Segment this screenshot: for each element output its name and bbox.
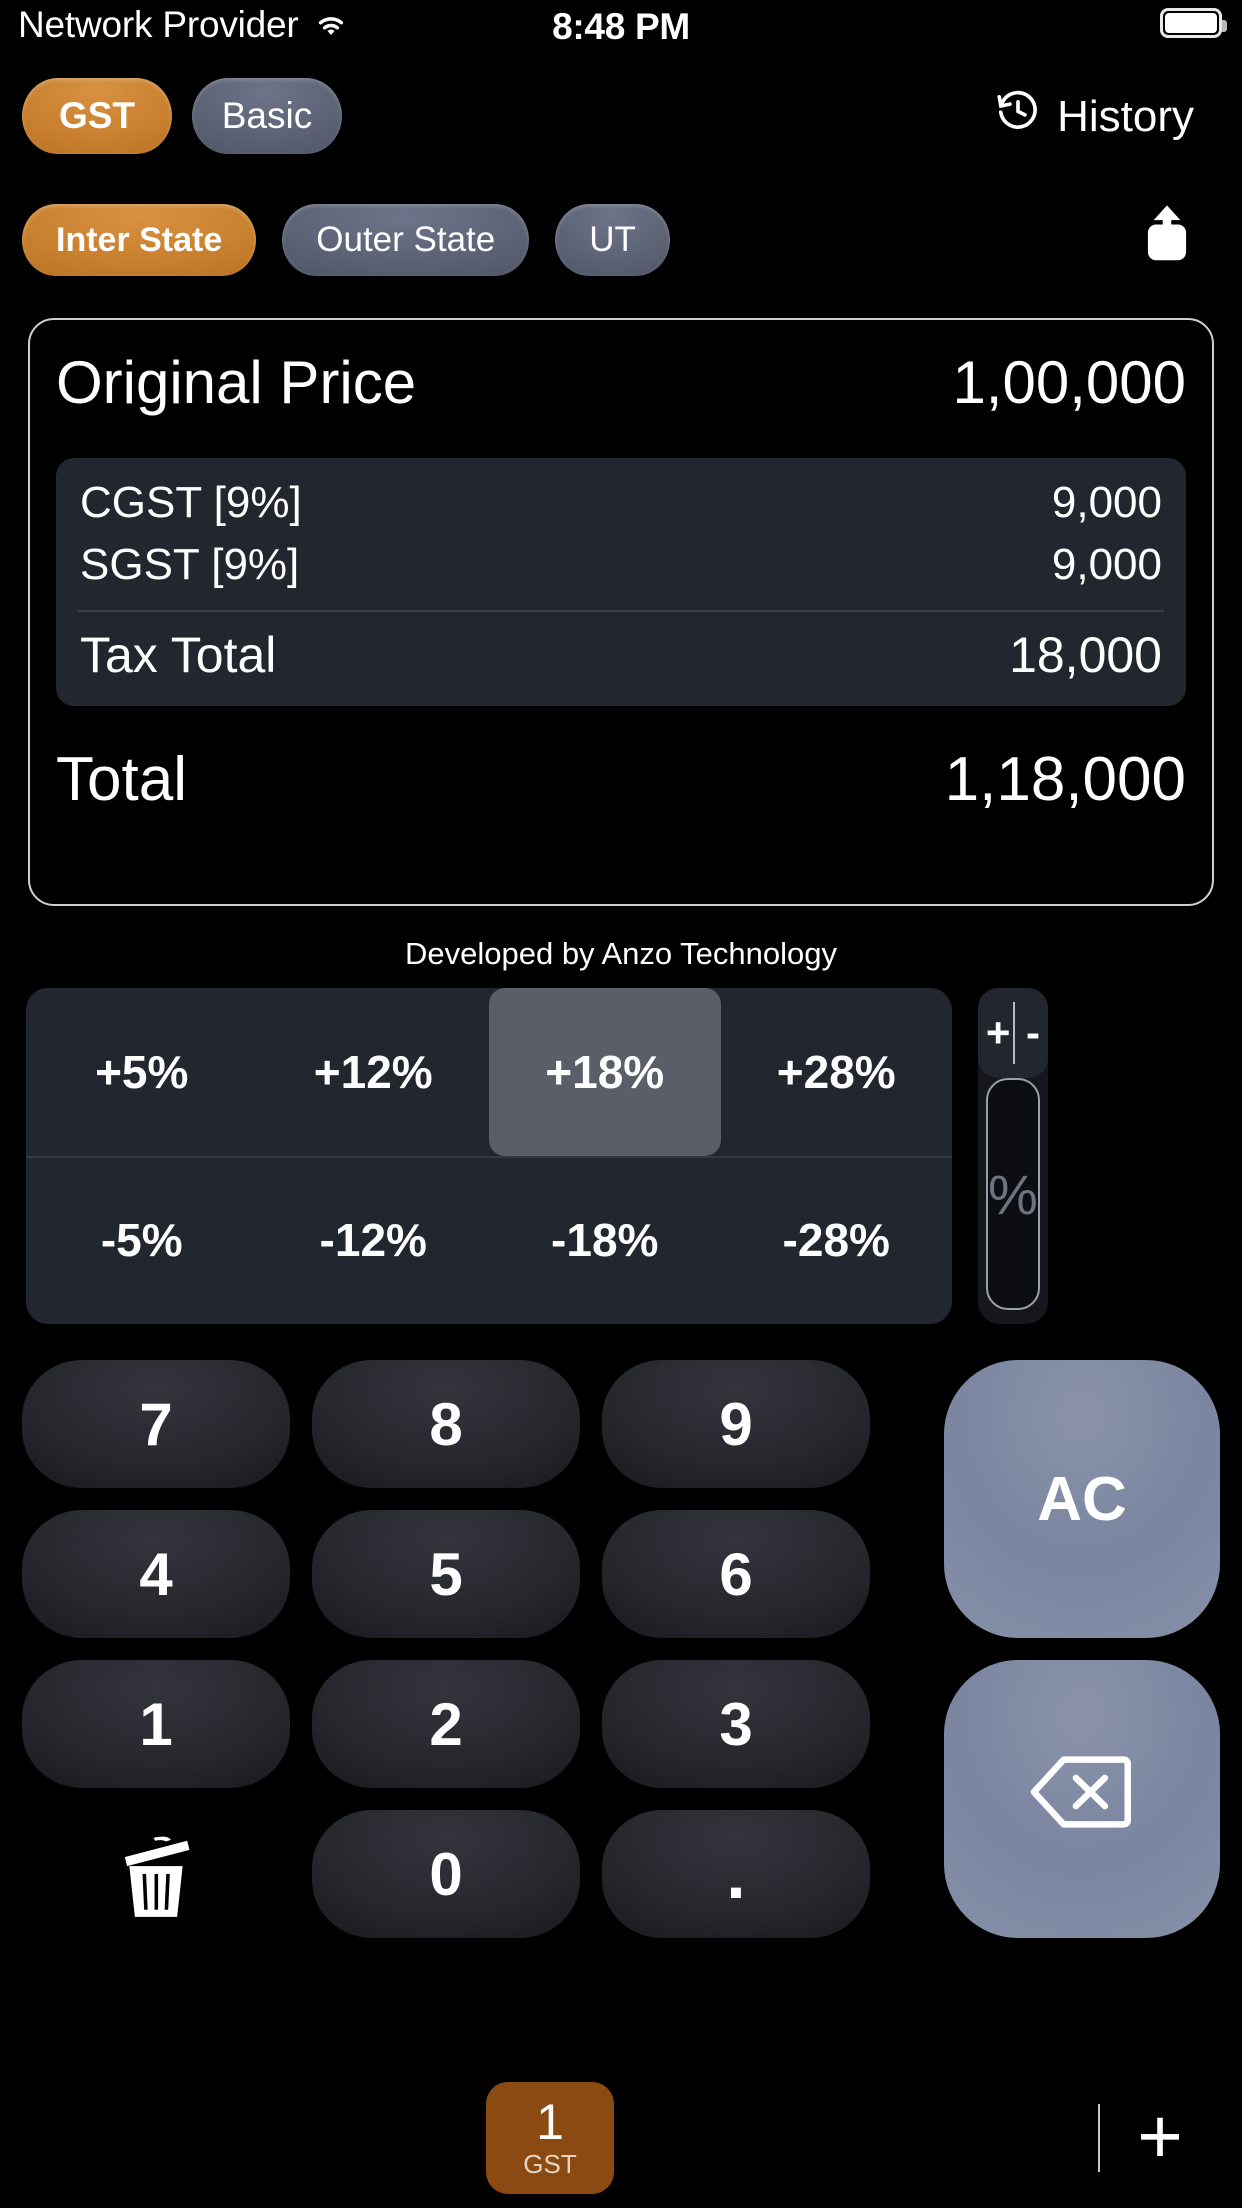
keypad: 7 8 9 4 5 6 1 2 3 0 . AC xyxy=(22,1360,1220,1960)
state-option-inter-state[interactable]: Inter State xyxy=(22,204,257,276)
key-2[interactable]: 2 xyxy=(312,1660,580,1788)
key-6[interactable]: 6 xyxy=(602,1510,870,1638)
tax-breakdown-box: CGST [9%] 9,000 SGST [9%] 9,000 Tax Tota… xyxy=(56,458,1186,706)
mode-selector: GST Basic xyxy=(22,78,342,154)
developer-credit: Developed by Anzo Technology xyxy=(404,936,838,971)
history-label: History xyxy=(1057,91,1194,141)
all-clear-button[interactable]: AC xyxy=(944,1360,1220,1638)
trash-icon xyxy=(107,1820,205,1929)
percent-button-plus-12[interactable]: +12% xyxy=(258,988,490,1156)
mode-tab-gst-label: GST xyxy=(58,95,136,136)
mode-tab-basic[interactable]: Basic xyxy=(192,78,342,154)
original-price-row: Original Price 1,00,000 xyxy=(30,320,1212,444)
status-bar-clock: 8:48 PM xyxy=(552,6,690,47)
tax-row-value: 9,000 xyxy=(1051,478,1162,527)
share-button[interactable] xyxy=(1136,198,1198,275)
share-icon xyxy=(1136,205,1198,274)
plus-sign-button[interactable]: + xyxy=(986,1009,1011,1057)
add-session-button[interactable]: + xyxy=(1116,2092,1204,2180)
percent-panel: +5% +12% +18% +28% -5% -12% -18% -28% + … xyxy=(26,988,1216,1324)
percent-button-minus-28[interactable]: -28% xyxy=(721,1156,953,1324)
total-row: Total 1,18,000 xyxy=(30,744,1212,815)
key-4[interactable]: 4 xyxy=(22,1510,290,1638)
tax-row-label: CGST [9%] xyxy=(80,478,302,527)
minus-sign-button[interactable]: - xyxy=(1026,1009,1040,1057)
tax-total-value: 18,000 xyxy=(1009,627,1162,683)
tax-total-row: Tax Total 18,000 xyxy=(56,618,1186,686)
tax-row-value: 9,000 xyxy=(1051,540,1162,589)
total-label: Total xyxy=(56,745,187,814)
bottom-bar-divider xyxy=(1098,2104,1100,2172)
state-option-inter-state-label: Inter State xyxy=(56,220,223,259)
tax-row-label: SGST [9%] xyxy=(80,540,300,589)
clock-history-icon xyxy=(995,88,1041,145)
battery-full-icon xyxy=(1160,8,1227,38)
history-button[interactable]: History xyxy=(995,88,1194,145)
percent-button-plus-5[interactable]: +5% xyxy=(26,988,258,1156)
tax-total-label: Tax Total xyxy=(80,627,277,683)
key-5[interactable]: 5 xyxy=(312,1510,580,1638)
percent-button-plus-18[interactable]: +18% xyxy=(489,988,721,1156)
total-value: 1,18,000 xyxy=(944,745,1186,814)
percent-button-plus-28[interactable]: +28% xyxy=(721,988,953,1156)
session-tab-1[interactable]: 1 GST xyxy=(486,2082,614,2194)
result-card: Original Price 1,00,000 CGST [9%] 9,000 … xyxy=(28,318,1214,906)
clear-all-button[interactable] xyxy=(22,1810,290,1938)
percent-button-minus-12[interactable]: -12% xyxy=(258,1156,490,1324)
plus-minus-divider xyxy=(1012,1002,1015,1064)
backspace-icon xyxy=(1024,1752,1140,1847)
key-0[interactable]: 0 xyxy=(312,1810,580,1938)
percent-button-minus-18[interactable]: -18% xyxy=(489,1156,721,1324)
state-selector: Inter State Outer State UT xyxy=(22,204,670,276)
plus-icon: + xyxy=(1137,2091,1183,2180)
key-1[interactable]: 1 xyxy=(22,1660,290,1788)
tax-divider xyxy=(78,610,1164,612)
key-7[interactable]: 7 xyxy=(22,1360,290,1488)
percent-key[interactable]: % xyxy=(986,1078,1040,1310)
mode-tab-basic-label: Basic xyxy=(221,95,313,136)
original-price-value: 1,00,000 xyxy=(952,348,1186,416)
percent-side-panel: + - % xyxy=(978,988,1048,1324)
original-price-label: Original Price xyxy=(56,348,417,416)
session-tab-number: 1 xyxy=(536,2093,564,2150)
app-root: Network Provider 8:48 PM GST Basic Histo… xyxy=(0,0,1242,2208)
session-tab-label: GST xyxy=(523,2148,577,2179)
tax-row: SGST [9%] 9,000 xyxy=(56,534,1186,596)
backspace-button[interactable] xyxy=(944,1660,1220,1938)
key-9[interactable]: 9 xyxy=(602,1360,870,1488)
state-option-ut-label: UT xyxy=(589,220,636,259)
plus-minus-toggle[interactable]: + - xyxy=(978,988,1048,1078)
mode-tab-gst[interactable]: GST xyxy=(22,78,172,154)
state-option-ut[interactable]: UT xyxy=(555,204,670,276)
state-option-outer-state[interactable]: Outer State xyxy=(282,204,530,276)
bottom-bar: 1 GST + xyxy=(0,2066,1242,2208)
percent-button-minus-5[interactable]: -5% xyxy=(26,1156,258,1324)
key-3[interactable]: 3 xyxy=(602,1660,870,1788)
tax-row: CGST [9%] 9,000 xyxy=(56,472,1186,534)
keypad-action-column: AC xyxy=(944,1360,1220,1938)
state-option-outer-state-label: Outer State xyxy=(316,220,496,259)
key-decimal[interactable]: . xyxy=(602,1810,870,1938)
key-8[interactable]: 8 xyxy=(312,1360,580,1488)
status-bar: Network Provider 8:48 PM xyxy=(0,0,1242,60)
percent-grid: +5% +12% +18% +28% -5% -12% -18% -28% xyxy=(26,988,952,1324)
